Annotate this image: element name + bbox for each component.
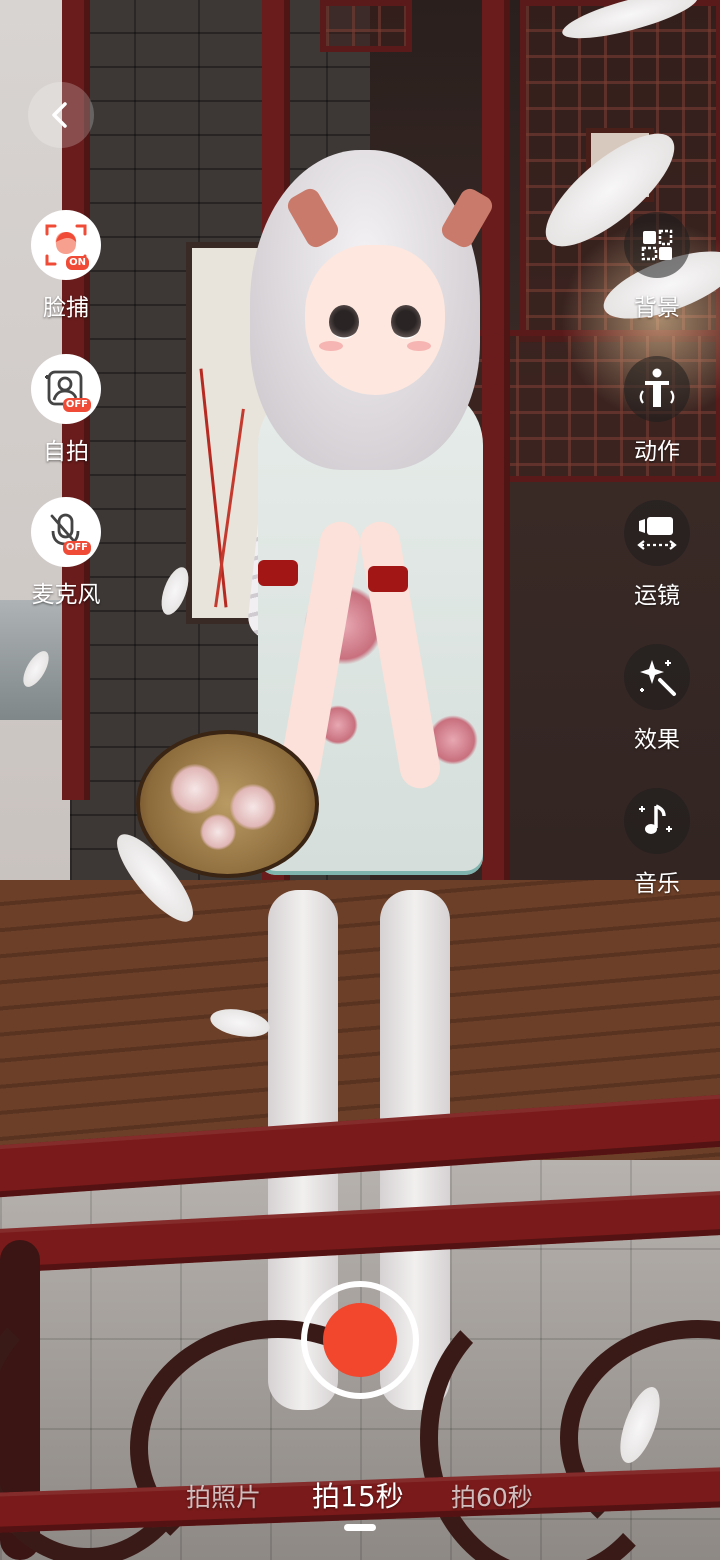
background-grid-icon (641, 229, 673, 261)
motion-tool[interactable]: 动作 (622, 356, 692, 466)
mode-15s[interactable]: 拍15秒 (312, 1475, 404, 1515)
camera-move-tool[interactable]: 运镜 (622, 500, 692, 610)
avatar-face (305, 245, 445, 395)
background-button[interactable] (624, 212, 690, 278)
selfie-toggle[interactable]: OFF 自拍 (30, 354, 102, 466)
effects-label: 效果 (634, 727, 680, 753)
selfie-button[interactable]: OFF (31, 354, 101, 424)
background-tool[interactable]: 背景 (622, 212, 692, 322)
back-button[interactable] (28, 82, 94, 148)
microphone-status-badge: OFF (62, 541, 91, 555)
effects-button[interactable] (624, 644, 690, 710)
music-note-icon (639, 804, 672, 834)
selfie-status-badge: OFF (62, 398, 91, 412)
camera-move-icon (637, 517, 677, 550)
music-button[interactable] (624, 788, 690, 854)
face-capture-button[interactable]: ON (31, 210, 101, 280)
motion-label: 动作 (634, 439, 680, 465)
microphone-button[interactable]: OFF (31, 497, 101, 567)
camera-screen: 北 (0, 0, 720, 1560)
face-capture-toggle[interactable]: ON 脸捕 (30, 210, 102, 322)
face-capture-label: 脸捕 (43, 295, 89, 321)
mode-60s[interactable]: 拍60秒 (451, 1478, 533, 1514)
camera-move-label: 运镜 (634, 583, 680, 609)
music-tool[interactable]: 音乐 (622, 788, 692, 898)
chevron-left-icon (52, 102, 67, 128)
selfie-label: 自拍 (43, 439, 89, 465)
record-button[interactable] (301, 1281, 419, 1399)
background-label: 背景 (634, 295, 680, 321)
camera-move-button[interactable] (624, 500, 690, 566)
face-capture-status-badge: ON (66, 256, 89, 270)
motion-button[interactable] (624, 356, 690, 422)
effects-tool[interactable]: 效果 (622, 644, 692, 754)
motion-figure-icon (639, 368, 675, 407)
mode-photo[interactable]: 拍照片 (186, 1478, 261, 1514)
music-label: 音乐 (634, 871, 680, 897)
microphone-toggle[interactable]: OFF 麦克风 (30, 497, 102, 609)
avatar-fan (136, 730, 319, 878)
record-icon (323, 1303, 397, 1377)
capture-mode-selector: 拍照片 拍15秒 拍60秒 (0, 1478, 720, 1528)
microphone-label: 麦克风 (31, 582, 101, 608)
scene-lantern (320, 0, 412, 52)
magic-wand-sparkle-icon (640, 660, 676, 696)
mode-selected-indicator (344, 1524, 376, 1531)
